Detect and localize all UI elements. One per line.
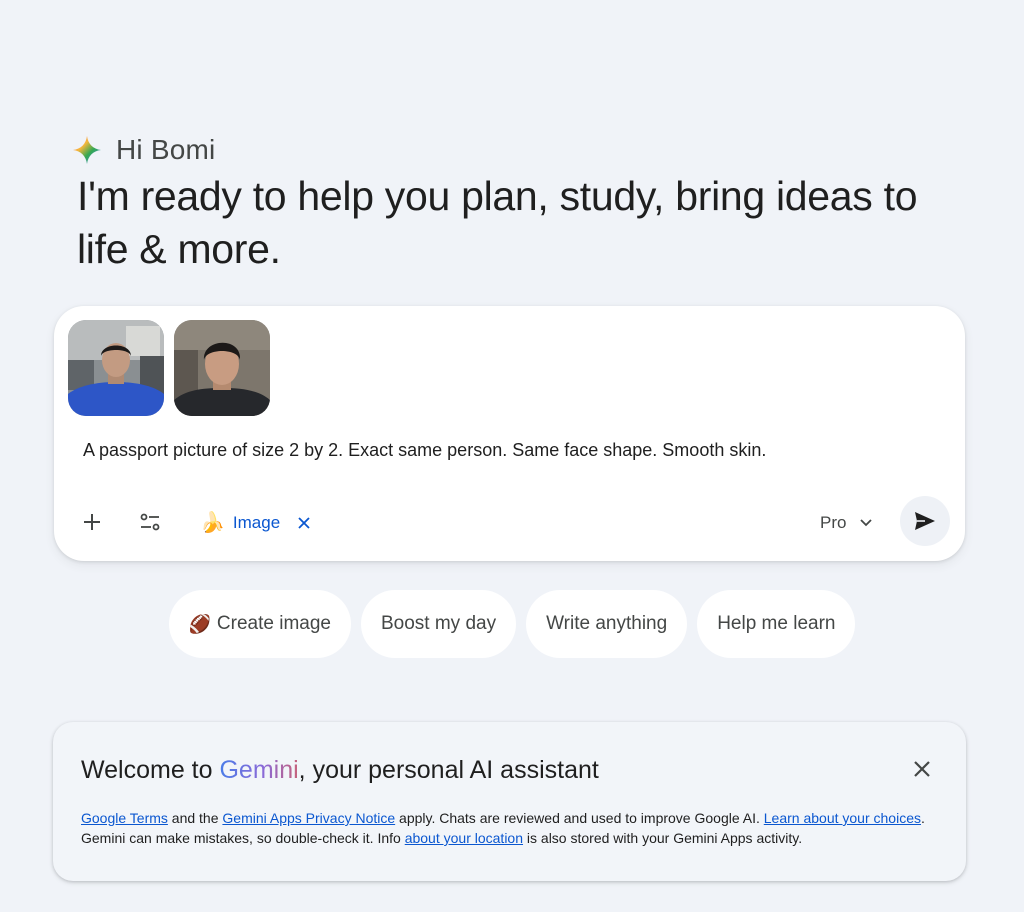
- attachment-thumbnail[interactable]: [174, 320, 270, 416]
- model-label: Pro: [820, 513, 847, 532]
- add-attachment-button[interactable]: [72, 502, 112, 542]
- disclaimer-part: and the: [167, 810, 223, 826]
- plus-icon: [84, 514, 100, 530]
- greeting-row: Hi Bomi: [72, 134, 215, 166]
- prompt-card: A passport picture of size 2 by 2. Exact…: [54, 306, 965, 561]
- welcome-title-suffix: , your personal AI assistant: [298, 756, 599, 784]
- attachment-thumbnail[interactable]: [68, 320, 164, 416]
- image-tool-chip[interactable]: 🍌 Image: [194, 506, 320, 540]
- chip-label: Create image: [216, 613, 331, 634]
- banana-icon: 🍌: [200, 512, 225, 534]
- chevron-down-icon: [860, 519, 873, 527]
- remove-image-tool-button[interactable]: [294, 513, 314, 533]
- gemini-spark-icon: [73, 136, 101, 164]
- close-icon: [914, 761, 930, 777]
- chip-label: Write anything: [546, 613, 668, 634]
- disclaimer-part: apply. Chats are reviewed and used to im…: [395, 810, 764, 826]
- prompt-input[interactable]: A passport picture of size 2 by 2. Exact…: [83, 440, 766, 461]
- image-tool-label: Image: [232, 513, 281, 532]
- disclaimer-text: Google Terms and the Gemini Apps Privacy…: [81, 808, 941, 848]
- suggestion-chips: 🏈 Create image Boost my day Write anythi…: [0, 590, 1024, 658]
- greeting-text: Hi Bomi: [116, 134, 216, 165]
- chip-label: Help me learn: [717, 613, 836, 634]
- welcome-title: Welcome to Gemini, your personal AI assi…: [81, 756, 599, 785]
- learn-choices-link[interactable]: Learn about your choices: [764, 810, 921, 826]
- privacy-notice-link[interactable]: Gemini Apps Privacy Notice: [222, 810, 395, 826]
- tools-button[interactable]: [130, 502, 170, 542]
- close-welcome-button[interactable]: [909, 756, 935, 782]
- disclaimer-part: is also stored with your Gemini Apps act…: [523, 830, 803, 846]
- close-icon: [298, 517, 310, 529]
- chip-create-image[interactable]: 🏈 Create image: [168, 590, 351, 658]
- chip-write-anything[interactable]: Write anything: [526, 590, 688, 658]
- chip-boost-my-day[interactable]: Boost my day: [360, 590, 517, 658]
- gemini-home: Hi Bomi I'm ready to help you plan, stud…: [0, 0, 1024, 912]
- football-icon: 🏈: [188, 614, 211, 634]
- welcome-title-prefix: Welcome to: [81, 756, 220, 784]
- location-link[interactable]: about your location: [405, 830, 523, 846]
- tune-icon: [140, 513, 160, 531]
- google-terms-link[interactable]: Google Terms: [81, 810, 168, 826]
- chip-label: Boost my day: [380, 613, 497, 634]
- gemini-brand-text: Gemini: [219, 756, 299, 784]
- headline: I'm ready to help you plan, study, bring…: [77, 173, 918, 272]
- chip-help-me-learn[interactable]: Help me learn: [697, 590, 856, 658]
- welcome-card: Welcome to Gemini, your personal AI assi…: [53, 722, 966, 881]
- send-icon: [915, 512, 935, 530]
- send-button[interactable]: [900, 496, 950, 546]
- model-selector[interactable]: Pro: [810, 506, 882, 540]
